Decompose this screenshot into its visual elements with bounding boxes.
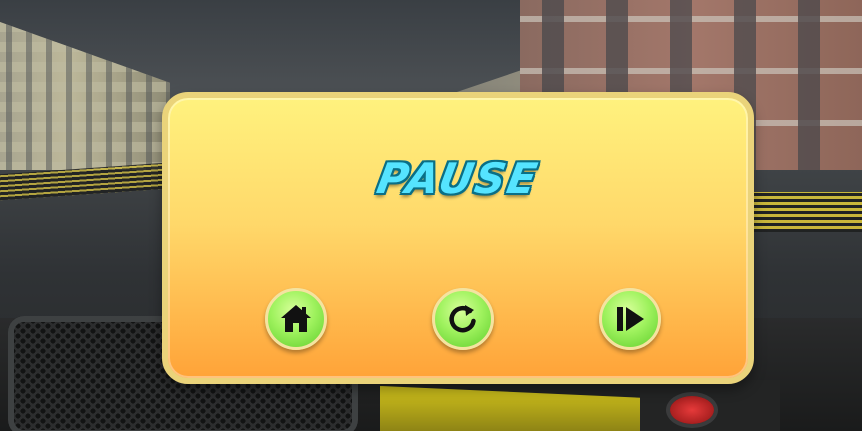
resume-button[interactable]	[599, 288, 661, 350]
restart-icon	[445, 301, 481, 337]
home-button[interactable]	[265, 288, 327, 350]
pause-title: PAUSE	[373, 154, 543, 203]
resume-icon	[612, 301, 648, 337]
home-icon	[278, 301, 314, 337]
curb-right	[740, 192, 862, 232]
red-knob	[670, 396, 714, 424]
pause-dialog: PAUSE	[162, 92, 754, 384]
restart-button[interactable]	[432, 288, 494, 350]
